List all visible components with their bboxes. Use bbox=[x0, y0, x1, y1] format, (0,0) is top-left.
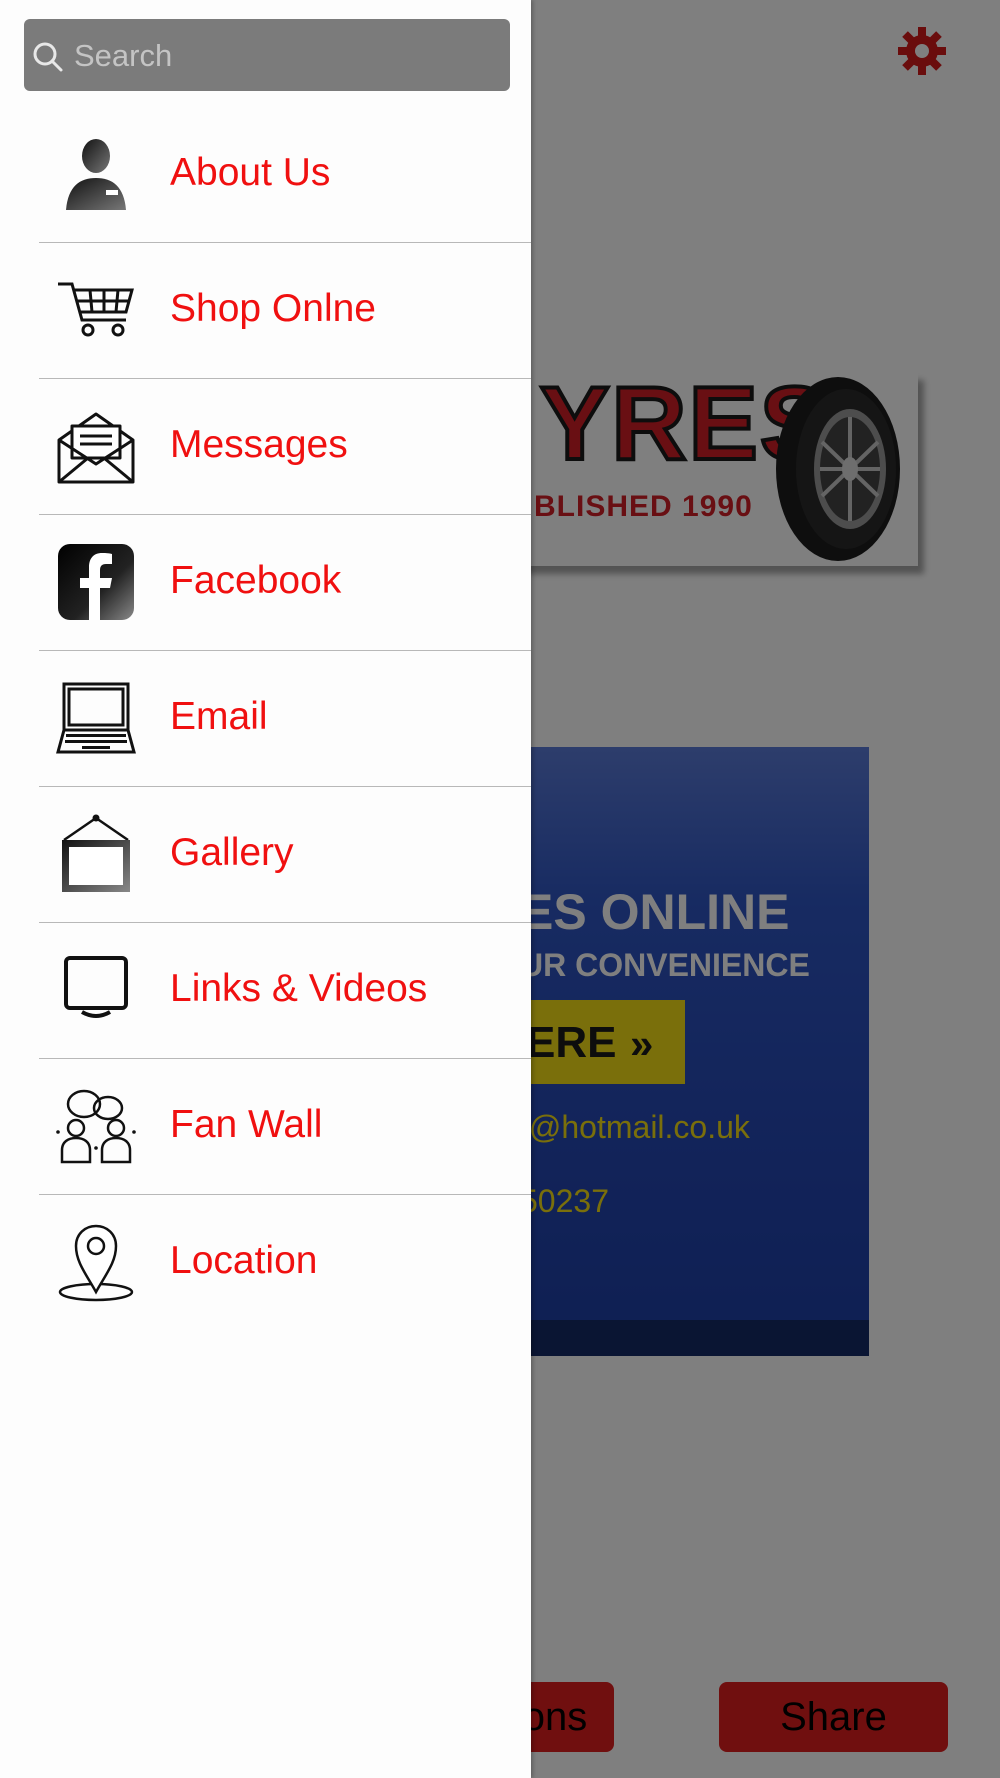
menu-item-messages[interactable]: Messages bbox=[39, 379, 531, 515]
monitor-icon bbox=[64, 956, 128, 1018]
menu-item-location[interactable]: Location bbox=[39, 1195, 531, 1330]
cart-icon bbox=[58, 282, 134, 337]
menu-item-email[interactable]: Email bbox=[39, 651, 531, 787]
menu-item-label: Facebook bbox=[170, 559, 342, 602]
menu-item-label: About Us bbox=[170, 151, 331, 194]
menu-item-label: Fan Wall bbox=[170, 1103, 323, 1146]
laptop-icon bbox=[56, 682, 136, 754]
menu-item-fan-wall[interactable]: Fan Wall bbox=[39, 1059, 531, 1195]
menu-item-label: Email bbox=[170, 695, 268, 738]
menu-item-shop-online[interactable]: Shop Onlne bbox=[39, 243, 531, 379]
search-icon bbox=[33, 42, 63, 72]
envelope-icon bbox=[57, 412, 135, 484]
menu-item-label: Gallery bbox=[170, 831, 294, 874]
menu-item-label: Shop Onlne bbox=[170, 287, 376, 330]
search-input[interactable] bbox=[72, 31, 496, 81]
menu-item-label: Messages bbox=[170, 423, 348, 466]
menu-item-about-us[interactable]: About Us bbox=[39, 107, 531, 243]
map-pin-icon bbox=[58, 1224, 134, 1302]
search-bar[interactable] bbox=[24, 19, 510, 91]
menu-item-gallery[interactable]: Gallery bbox=[39, 787, 531, 923]
picture-frame-icon bbox=[62, 814, 130, 892]
side-menu-drawer: About Us Shop Onlne bbox=[0, 0, 531, 1778]
menu-item-label: Links & Videos bbox=[170, 967, 428, 1010]
facebook-icon bbox=[58, 544, 134, 620]
menu-item-links-videos[interactable]: Links & Videos bbox=[39, 923, 531, 1059]
people-chat-icon bbox=[56, 1089, 136, 1164]
menu-item-label: Location bbox=[170, 1239, 318, 1282]
menu-list: About Us Shop Onlne Messages Facebook Em… bbox=[0, 107, 531, 1330]
person-icon bbox=[66, 139, 126, 210]
menu-item-facebook[interactable]: Facebook bbox=[39, 515, 531, 651]
